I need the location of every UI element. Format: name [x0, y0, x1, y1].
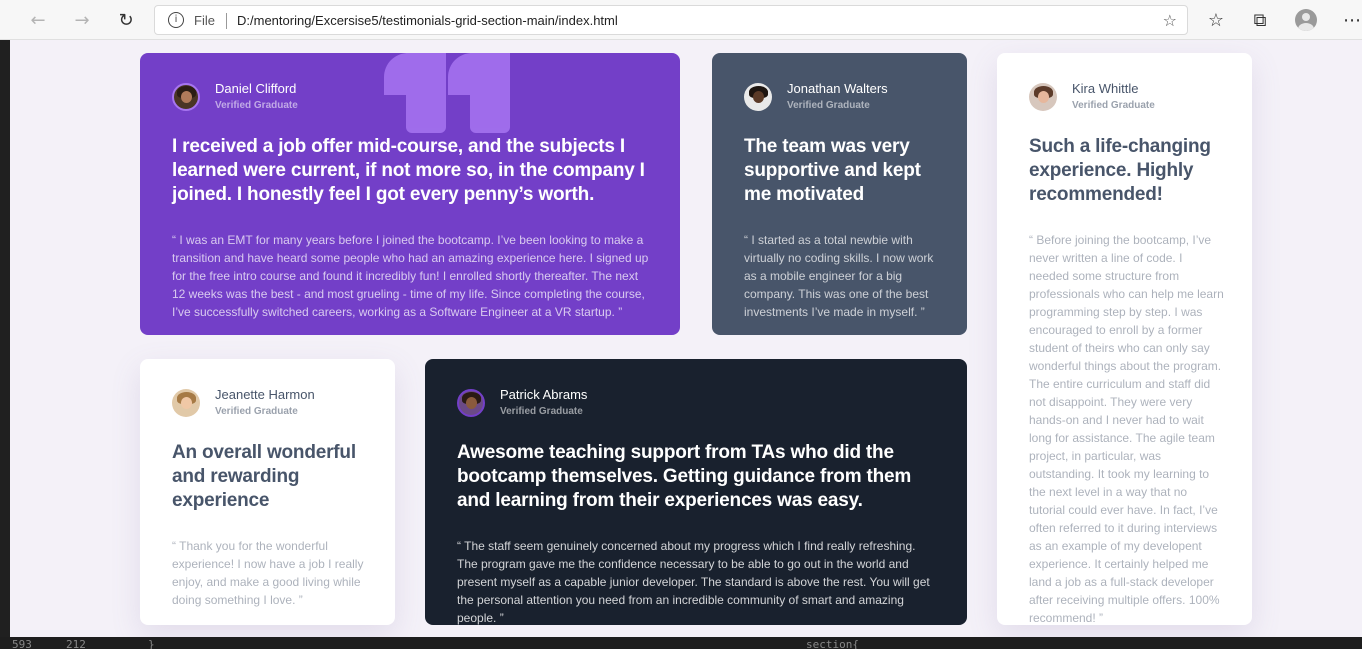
refresh-icon[interactable]: ↻: [114, 8, 138, 32]
testimonial-headline: Awesome teaching support from TAs who di…: [457, 442, 912, 511]
url-text[interactable]: D:/mentoring/Excersise5/testimonials-gri…: [237, 13, 618, 28]
forward-arrow-icon[interactable]: →: [70, 8, 94, 32]
testimonial-card-jeanette: Jeanette Harmon Verified Graduate An ove…: [140, 359, 395, 625]
avatar: [172, 389, 200, 417]
add-favorite-icon[interactable]: ☆: [1163, 11, 1177, 30]
address-separator: [226, 13, 227, 29]
author-name: Daniel Clifford: [215, 81, 297, 96]
testimonial-header: Daniel Clifford Verified Graduate: [172, 81, 298, 113]
author-name: Jonathan Walters: [787, 81, 888, 96]
testimonial-headline: The team was very supportive and kept me…: [744, 136, 921, 205]
page-viewport: Daniel Clifford Verified Graduate I rece…: [10, 40, 1362, 637]
more-icon[interactable]: ⋯: [1340, 8, 1362, 32]
testimonial-header: Jonathan Walters Verified Graduate: [744, 81, 888, 113]
testimonial-card-kira: Kira Whittle Verified Graduate Such a li…: [997, 53, 1252, 625]
back-arrow-icon[interactable]: ←: [26, 8, 50, 32]
avatar: [1029, 83, 1057, 111]
info-icon[interactable]: i: [168, 12, 184, 28]
code-text: }: [148, 638, 155, 649]
favorites-icon[interactable]: ☆: [1204, 8, 1228, 32]
testimonial-body: “ I started as a total newbie with virtu…: [744, 233, 934, 319]
avatar: [744, 83, 772, 111]
author-role: Verified Graduate: [215, 100, 298, 111]
author-name: Patrick Abrams: [500, 387, 588, 402]
testimonial-card-daniel: Daniel Clifford Verified Graduate I rece…: [140, 53, 680, 335]
testimonial-body: “ The staff seem genuinely concerned abo…: [457, 539, 930, 625]
testimonial-headline: I received a job offer mid-course, and t…: [172, 136, 645, 205]
address-bar[interactable]: i File D:/mentoring/Excersise5/testimoni…: [154, 5, 1188, 35]
author-role: Verified Graduate: [215, 406, 298, 417]
line-number: 212: [66, 638, 86, 649]
testimonial-body: “ I was an EMT for many years before I j…: [172, 233, 649, 319]
testimonial-body: “ Before joining the bootcamp, I’ve neve…: [1029, 233, 1224, 625]
testimonial-headline: Such a life-changing experience. Highly …: [1029, 136, 1211, 205]
testimonial-header: Jeanette Harmon Verified Graduate: [172, 387, 315, 419]
code-text: section{: [806, 638, 859, 649]
author-role: Verified Graduate: [500, 406, 583, 417]
testimonial-card-jonathan: Jonathan Walters Verified Graduate The t…: [712, 53, 967, 335]
profile-avatar[interactable]: [1295, 9, 1317, 31]
testimonial-body: “ Thank you for the wonderful experience…: [172, 539, 364, 607]
testimonial-headline: An overall wonderful and rewarding exper…: [172, 442, 356, 511]
author-name: Kira Whittle: [1072, 81, 1139, 96]
browser-toolbar: ← → ↻ i File D:/mentoring/Excersise5/tes…: [0, 0, 1362, 40]
testimonial-header: Kira Whittle Verified Graduate: [1029, 81, 1155, 113]
author-name: Jeanette Harmon: [215, 387, 315, 402]
collections-icon[interactable]: ⧉: [1248, 8, 1272, 32]
code-editor-strip: 593 212 } section{: [0, 637, 1362, 649]
line-number: 593: [12, 638, 32, 649]
avatar: [457, 389, 485, 417]
author-role: Verified Graduate: [1072, 100, 1155, 111]
testimonial-card-patrick: Patrick Abrams Verified Graduate Awesome…: [425, 359, 967, 625]
scheme-label: File: [194, 13, 215, 28]
testimonial-header: Patrick Abrams Verified Graduate: [457, 387, 587, 419]
avatar: [172, 83, 200, 111]
author-role: Verified Graduate: [787, 100, 870, 111]
